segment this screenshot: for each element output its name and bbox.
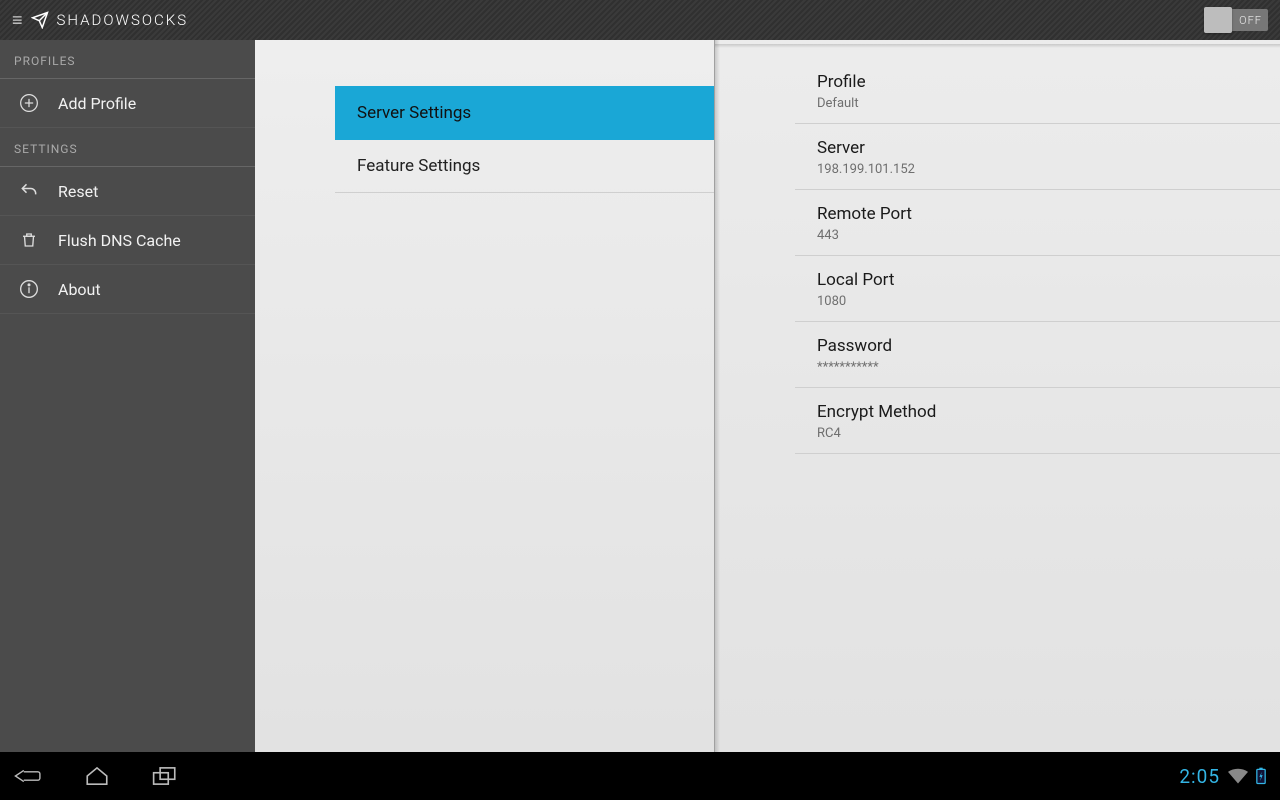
sidebar-item-label: About: [58, 280, 101, 299]
status-clock[interactable]: 2:05: [1179, 765, 1220, 788]
setting-title: Remote Port: [817, 204, 1258, 224]
sidebar-item-label: Flush DNS Cache: [58, 231, 181, 250]
setting-row-local-port[interactable]: Local Port 1080: [795, 256, 1280, 322]
app-title: SHADOWSOCKS: [57, 11, 189, 29]
sidebar-item-about[interactable]: About: [0, 265, 255, 314]
setting-row-server[interactable]: Server 198.199.101.152: [795, 124, 1280, 190]
tab-feature-settings[interactable]: Feature Settings: [335, 140, 714, 193]
setting-row-profile[interactable]: Profile Default: [795, 58, 1280, 124]
sidebar-item-label: Add Profile: [58, 94, 136, 113]
plus-circle-icon: [18, 93, 40, 113]
setting-row-encrypt-method[interactable]: Encrypt Method RC4: [795, 388, 1280, 454]
trash-icon: [18, 230, 40, 250]
menu-indicator-icon[interactable]: ≡: [12, 10, 25, 31]
settings-category-pane: Server Settings Feature Settings: [255, 40, 715, 752]
setting-title: Encrypt Method: [817, 402, 1258, 422]
system-nav-bar: 2:05: [0, 752, 1280, 800]
home-icon[interactable]: [84, 765, 110, 787]
setting-title: Local Port: [817, 270, 1258, 290]
connection-toggle[interactable]: OFF: [1204, 9, 1268, 31]
title-bar: ≡ SHADOWSOCKS OFF: [0, 0, 1280, 40]
sidebar-item-label: Reset: [58, 182, 98, 201]
setting-value: ***********: [817, 360, 1258, 375]
sidebar-item-reset[interactable]: Reset: [0, 167, 255, 216]
undo-icon: [18, 181, 40, 201]
sidebar-item-add-profile[interactable]: Add Profile: [0, 79, 255, 128]
setting-value: RC4: [817, 426, 1258, 441]
tab-label: Server Settings: [357, 103, 471, 123]
tab-label: Feature Settings: [357, 156, 480, 176]
setting-title: Server: [817, 138, 1258, 158]
paper-plane-icon: [31, 11, 49, 29]
setting-row-password[interactable]: Password ***********: [795, 322, 1280, 388]
sidebar: PROFILES Add Profile SETTINGS Reset Flus…: [0, 40, 255, 752]
setting-value: 198.199.101.152: [817, 162, 1258, 177]
tab-server-settings[interactable]: Server Settings: [335, 86, 714, 140]
toggle-label: OFF: [1239, 14, 1262, 27]
setting-value: 1080: [817, 294, 1258, 309]
wifi-icon: [1228, 768, 1248, 784]
sidebar-section-settings: SETTINGS: [0, 128, 255, 167]
sidebar-section-profiles: PROFILES: [0, 40, 255, 79]
settings-detail-pane: Profile Default Server 198.199.101.152 R…: [715, 40, 1280, 752]
recent-apps-icon[interactable]: [152, 766, 178, 786]
setting-title: Profile: [817, 72, 1258, 92]
info-icon: [18, 279, 40, 299]
setting-value: Default: [817, 96, 1258, 111]
setting-row-remote-port[interactable]: Remote Port 443: [795, 190, 1280, 256]
battery-charging-icon: [1256, 767, 1266, 785]
setting-value: 443: [817, 228, 1258, 243]
sidebar-item-flush-dns[interactable]: Flush DNS Cache: [0, 216, 255, 265]
setting-title: Password: [817, 336, 1258, 356]
back-icon[interactable]: [14, 765, 42, 787]
